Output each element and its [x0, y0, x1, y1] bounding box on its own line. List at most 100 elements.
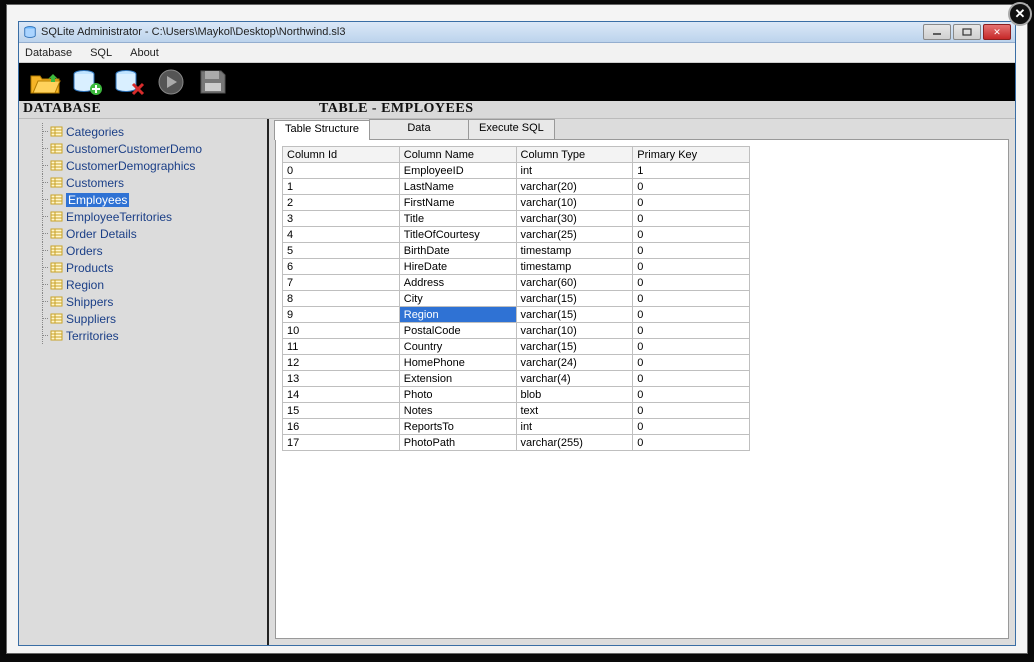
cell-column-name[interactable]: Region	[399, 307, 516, 323]
cell-column-name[interactable]: City	[399, 291, 516, 307]
table-row[interactable]: 1LastNamevarchar(20)0	[283, 179, 750, 195]
cell-column-id[interactable]: 14	[283, 387, 400, 403]
minimize-button[interactable]	[923, 24, 951, 40]
cell-column-type[interactable]: varchar(15)	[516, 291, 633, 307]
cell-column-type[interactable]: varchar(10)	[516, 323, 633, 339]
cell-column-id[interactable]: 3	[283, 211, 400, 227]
cell-column-name[interactable]: Address	[399, 275, 516, 291]
sidebar-item-customercustomerdemo[interactable]: CustomerCustomerDemo	[31, 140, 267, 157]
cell-column-type[interactable]: int	[516, 419, 633, 435]
table-row[interactable]: 13Extensionvarchar(4)0	[283, 371, 750, 387]
table-row[interactable]: 11Countryvarchar(15)0	[283, 339, 750, 355]
table-row[interactable]: 17PhotoPathvarchar(255)0	[283, 435, 750, 451]
cell-primary-key[interactable]: 0	[633, 259, 750, 275]
sidebar-item-employeeterritories[interactable]: EmployeeTerritories	[31, 208, 267, 225]
table-row[interactable]: 9Regionvarchar(15)0	[283, 307, 750, 323]
maximize-button[interactable]	[953, 24, 981, 40]
cell-column-name[interactable]: ReportsTo	[399, 419, 516, 435]
cell-column-id[interactable]: 17	[283, 435, 400, 451]
cell-column-name[interactable]: LastName	[399, 179, 516, 195]
cell-column-name[interactable]: Extension	[399, 371, 516, 387]
cell-column-type[interactable]: varchar(255)	[516, 435, 633, 451]
run-button[interactable]	[153, 66, 189, 98]
cell-primary-key[interactable]: 0	[633, 195, 750, 211]
table-row[interactable]: 6HireDatetimestamp0	[283, 259, 750, 275]
save-button[interactable]	[195, 66, 231, 98]
cell-column-id[interactable]: 7	[283, 275, 400, 291]
cell-primary-key[interactable]: 0	[633, 179, 750, 195]
cell-column-name[interactable]: HomePhone	[399, 355, 516, 371]
cell-column-id[interactable]: 13	[283, 371, 400, 387]
table-row[interactable]: 4TitleOfCourtesyvarchar(25)0	[283, 227, 750, 243]
table-row[interactable]: 15Notestext0	[283, 403, 750, 419]
cell-column-id[interactable]: 16	[283, 419, 400, 435]
table-row[interactable]: 7Addressvarchar(60)0	[283, 275, 750, 291]
cell-column-name[interactable]: Photo	[399, 387, 516, 403]
cell-primary-key[interactable]: 0	[633, 227, 750, 243]
cell-column-name[interactable]: Notes	[399, 403, 516, 419]
delete-table-button[interactable]	[111, 66, 147, 98]
header-primary-key[interactable]: Primary Key	[633, 147, 750, 163]
table-row[interactable]: 3Titlevarchar(30)0	[283, 211, 750, 227]
table-row[interactable]: 10PostalCodevarchar(10)0	[283, 323, 750, 339]
cell-primary-key[interactable]: 0	[633, 435, 750, 451]
cell-column-name[interactable]: Country	[399, 339, 516, 355]
overlay-close-button[interactable]: ✕	[1008, 2, 1032, 26]
cell-column-type[interactable]: varchar(15)	[516, 339, 633, 355]
table-row[interactable]: 16ReportsToint0	[283, 419, 750, 435]
cell-column-id[interactable]: 9	[283, 307, 400, 323]
cell-column-type[interactable]: varchar(4)	[516, 371, 633, 387]
sidebar-item-customers[interactable]: Customers	[31, 174, 267, 191]
menu-database[interactable]: Database	[25, 47, 72, 59]
sidebar-item-order-details[interactable]: Order Details	[31, 225, 267, 242]
cell-column-name[interactable]: PhotoPath	[399, 435, 516, 451]
sidebar-item-employees[interactable]: Employees	[31, 191, 267, 208]
cell-column-id[interactable]: 6	[283, 259, 400, 275]
cell-column-name[interactable]: PostalCode	[399, 323, 516, 339]
table-row[interactable]: 2FirstNamevarchar(10)0	[283, 195, 750, 211]
table-row[interactable]: 8Cityvarchar(15)0	[283, 291, 750, 307]
cell-primary-key[interactable]: 0	[633, 403, 750, 419]
title-bar[interactable]: SQLite Administrator - C:\Users\Maykol\D…	[19, 22, 1015, 43]
cell-primary-key[interactable]: 0	[633, 387, 750, 403]
cell-column-type[interactable]: varchar(30)	[516, 211, 633, 227]
cell-primary-key[interactable]: 0	[633, 339, 750, 355]
cell-column-type[interactable]: varchar(10)	[516, 195, 633, 211]
cell-primary-key[interactable]: 0	[633, 355, 750, 371]
cell-primary-key[interactable]: 0	[633, 243, 750, 259]
tab-data[interactable]: Data	[369, 119, 469, 139]
tab-table-structure[interactable]: Table Structure	[274, 120, 370, 140]
cell-column-id[interactable]: 1	[283, 179, 400, 195]
cell-column-name[interactable]: BirthDate	[399, 243, 516, 259]
menu-about[interactable]: About	[130, 47, 159, 59]
cell-column-id[interactable]: 11	[283, 339, 400, 355]
table-row[interactable]: 14Photoblob0	[283, 387, 750, 403]
cell-column-id[interactable]: 2	[283, 195, 400, 211]
cell-column-name[interactable]: EmployeeID	[399, 163, 516, 179]
cell-column-type[interactable]: varchar(60)	[516, 275, 633, 291]
cell-column-type[interactable]: timestamp	[516, 259, 633, 275]
menu-sql[interactable]: SQL	[90, 47, 112, 59]
open-database-button[interactable]	[27, 66, 63, 98]
header-column-name[interactable]: Column Name	[399, 147, 516, 163]
cell-column-type[interactable]: text	[516, 403, 633, 419]
cell-primary-key[interactable]: 0	[633, 211, 750, 227]
cell-column-type[interactable]: int	[516, 163, 633, 179]
cell-primary-key[interactable]: 0	[633, 371, 750, 387]
cell-column-type[interactable]: varchar(25)	[516, 227, 633, 243]
cell-column-id[interactable]: 8	[283, 291, 400, 307]
header-column-id[interactable]: Column Id	[283, 147, 400, 163]
cell-column-id[interactable]: 5	[283, 243, 400, 259]
cell-primary-key[interactable]: 1	[633, 163, 750, 179]
sidebar-tree[interactable]: CategoriesCustomerCustomerDemoCustomerDe…	[19, 119, 269, 645]
cell-column-name[interactable]: HireDate	[399, 259, 516, 275]
sidebar-item-orders[interactable]: Orders	[31, 242, 267, 259]
new-table-button[interactable]	[69, 66, 105, 98]
cell-column-type[interactable]: varchar(24)	[516, 355, 633, 371]
sidebar-item-territories[interactable]: Territories	[31, 327, 267, 344]
cell-primary-key[interactable]: 0	[633, 419, 750, 435]
cell-primary-key[interactable]: 0	[633, 323, 750, 339]
sidebar-item-products[interactable]: Products	[31, 259, 267, 276]
cell-column-id[interactable]: 0	[283, 163, 400, 179]
columns-table[interactable]: Column Id Column Name Column Type Primar…	[282, 146, 750, 451]
